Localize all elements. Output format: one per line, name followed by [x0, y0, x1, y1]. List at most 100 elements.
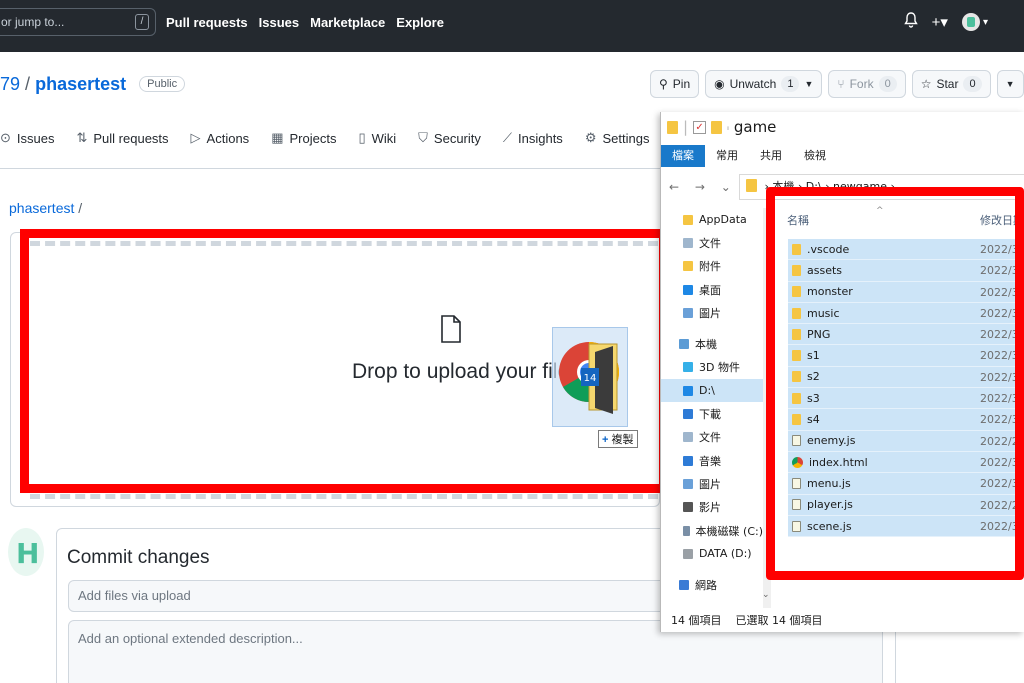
tab-issues[interactable]: ⊙ Issues — [0, 130, 54, 146]
star-dropdown-button[interactable]: ▼ — [996, 70, 1024, 98]
pin-button[interactable]: ⚲ Pin — [650, 70, 700, 98]
tab-label: Settings — [602, 130, 650, 146]
new-folder-icon[interactable] — [711, 120, 723, 134]
user-menu[interactable]: ▾ — [961, 13, 988, 31]
picture-icon — [683, 307, 693, 318]
bell-icon[interactable] — [903, 12, 918, 32]
star-label: Star — [936, 77, 959, 91]
nav-item-label: 3D 物件 — [699, 361, 740, 375]
nav-marketplace[interactable]: Marketplace — [310, 15, 385, 30]
ribbon-tab-view[interactable]: 檢視 — [793, 145, 837, 167]
nav-pull-requests[interactable]: Pull requests — [166, 15, 248, 30]
create-new-button[interactable]: +▾ — [932, 13, 948, 31]
nav-item-network[interactable]: 網路 — [661, 573, 763, 596]
nav-item-label: 網路 — [695, 579, 717, 593]
graph-icon: ⟋ — [502, 130, 512, 145]
nav-item-3d-objects[interactable]: 3D 物件 — [661, 356, 763, 379]
book-icon: ▯ — [358, 130, 366, 145]
tab-pull-requests[interactable]: ⇅ Pull requests — [76, 130, 168, 146]
fork-button[interactable]: ⑂ Fork 0 — [828, 70, 906, 98]
unwatch-label: Unwatch — [729, 77, 777, 91]
tab-label: Actions — [206, 130, 250, 146]
nav-issues[interactable]: Issues — [259, 15, 299, 30]
tab-label: Pull requests — [93, 130, 169, 146]
tab-settings[interactable]: ⚙ Settings — [585, 130, 650, 146]
repo-name-link[interactable]: phasertest — [35, 74, 126, 94]
chevron-down-icon[interactable]: ⌄ — [762, 590, 770, 600]
unwatch-button[interactable]: ◉ Unwatch 1 ▼ — [705, 70, 823, 98]
tab-label: Insights — [518, 130, 563, 146]
document-icon — [683, 237, 693, 248]
title-prefix: ᵢ — [727, 121, 729, 133]
nav-item-pictures[interactable]: 圖片 — [661, 301, 763, 324]
folder-icon — [683, 214, 693, 225]
nav-item-label: 附件 — [699, 260, 721, 274]
breadcrumb-separator: / — [78, 200, 83, 216]
shield-icon: ⛉ — [418, 130, 428, 145]
avatar — [8, 528, 44, 576]
video-icon — [683, 502, 693, 513]
table-icon: ▦ — [271, 130, 284, 145]
folder-icon — [667, 120, 678, 134]
title-divider: | — [683, 118, 689, 136]
repo-owner-link[interactable]: 79 — [0, 74, 20, 94]
ribbon-tab-file[interactable]: 檔案 — [661, 145, 705, 167]
nav-item-attachments[interactable]: 附件 — [661, 255, 763, 278]
tab-label: Projects — [289, 130, 337, 146]
avatar — [961, 13, 980, 31]
nav-item-pictures-2[interactable]: 圖片 — [661, 472, 763, 495]
issue-icon: ⊙ — [0, 130, 11, 145]
tab-actions[interactable]: ▷ Actions — [191, 130, 250, 146]
nav-item-data-drive[interactable]: DATA (D:) — [661, 542, 763, 565]
nav-item-label: 下載 — [699, 408, 721, 422]
star-button[interactable]: ☆ Star 0 — [911, 70, 991, 98]
explorer-title-bar: | ✓ ᵢ game — [667, 118, 776, 136]
nav-item-music[interactable]: 音樂 — [661, 449, 763, 472]
tab-wiki[interactable]: ▯ Wiki — [358, 130, 396, 146]
tab-security[interactable]: ⛉ Security — [418, 130, 481, 146]
visibility-badge: Public — [139, 76, 186, 92]
watch-count: 1 — [781, 76, 800, 92]
tab-label: Wiki — [371, 130, 397, 146]
repo-actions: ⚲ Pin ◉ Unwatch 1 ▼ ⑂ Fork 0 ☆ Star 0 ▼ — [650, 70, 1024, 98]
drive-icon — [683, 525, 690, 536]
chevron-down-icon: ▼ — [804, 79, 814, 89]
search-input[interactable]: or jump to... / — [0, 8, 156, 36]
nav-item-desktop[interactable]: 桌面 — [661, 278, 763, 301]
navigation-pane: AppData 文件 附件 桌面 圖片 本機 3D 物件 D:\ 下載 文件 音… — [661, 208, 763, 608]
chevron-down-icon: ▼ — [1005, 79, 1015, 89]
tab-insights[interactable]: ⟋ Insights — [503, 130, 563, 146]
eye-icon: ◉ — [714, 77, 725, 91]
download-icon — [683, 409, 693, 420]
nav-item-documents[interactable]: 文件 — [661, 231, 763, 254]
play-icon: ▷ — [190, 130, 201, 145]
nav-item-label: 本機 — [695, 338, 717, 352]
nav-item-label: 圖片 — [699, 477, 721, 491]
ribbon-tab-home[interactable]: 常用 — [705, 145, 749, 167]
folder-icon — [746, 179, 757, 192]
nav-item-documents-2[interactable]: 文件 — [661, 426, 763, 449]
global-nav: Pull requests Issues Marketplace Explore — [166, 15, 444, 30]
cube-icon — [683, 362, 693, 373]
nav-item-videos[interactable]: 影片 — [661, 496, 763, 519]
music-icon — [683, 455, 693, 466]
nav-item-label: 文件 — [699, 236, 721, 250]
nav-item-d-drive[interactable]: D:\ — [661, 379, 763, 403]
breadcrumb: phasertest / — [9, 200, 82, 216]
breadcrumb-repo-link[interactable]: phasertest — [9, 200, 74, 216]
nav-item-c-drive[interactable]: 本機磁碟 (C:) — [661, 519, 763, 542]
nav-item-appdata[interactable]: AppData — [661, 208, 763, 231]
ribbon-tab-share[interactable]: 共用 — [749, 145, 793, 167]
pin-icon: ⚲ — [659, 77, 668, 91]
star-count: 0 — [963, 76, 982, 92]
selected-count: 已選取 14 個項目 — [735, 614, 823, 627]
nav-explore[interactable]: Explore — [396, 15, 444, 30]
properties-icon[interactable]: ✓ — [693, 120, 707, 134]
nav-item-downloads[interactable]: 下載 — [661, 402, 763, 425]
highlight-box-file-list — [766, 187, 1024, 580]
tab-projects[interactable]: ▦ Projects — [271, 130, 336, 146]
nav-item-label: 桌面 — [699, 283, 721, 297]
fork-icon: ⑂ — [837, 77, 845, 91]
nav-item-this-pc[interactable]: 本機 — [661, 332, 763, 355]
computer-icon — [679, 339, 689, 350]
